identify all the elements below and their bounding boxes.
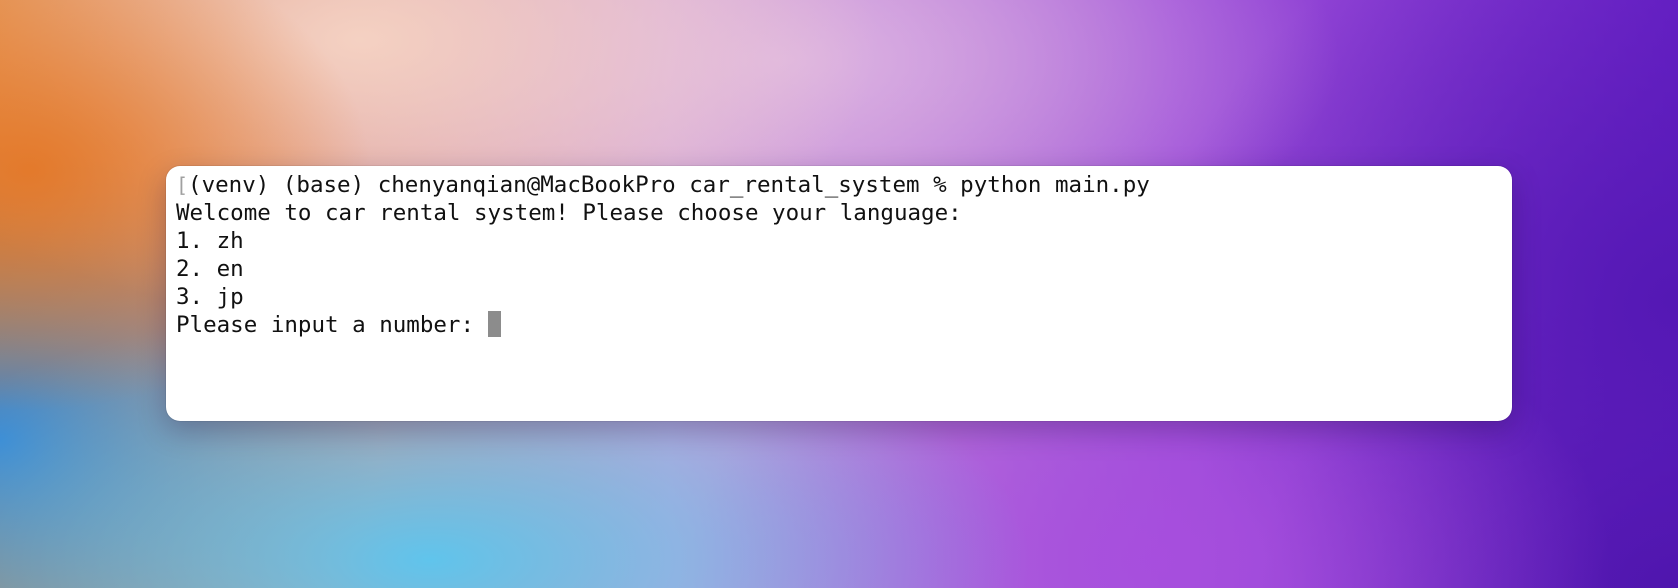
command-mark: [: [176, 173, 189, 197]
language-option-jp: 3. jp: [176, 284, 244, 310]
text-cursor[interactable]: [487, 311, 501, 337]
terminal-window[interactable]: [(venv) (base) chenyanqian@MacBookPro ca…: [166, 166, 1512, 421]
welcome-message: Welcome to car rental system! Please cho…: [176, 200, 962, 226]
input-line[interactable]: Please input a number:: [176, 311, 1502, 339]
command-line: [(venv) (base) chenyanqian@MacBookPro ca…: [176, 171, 1502, 199]
language-option-en: 2. en: [176, 256, 244, 282]
terminal-output[interactable]: [(venv) (base) chenyanqian@MacBookPro ca…: [176, 171, 1502, 416]
shell-prompt-command: (venv) (base) chenyanqian@MacBookPro car…: [188, 172, 1150, 198]
language-option-zh: 1. zh: [176, 228, 244, 254]
input-prompt: Please input a number:: [176, 312, 488, 338]
